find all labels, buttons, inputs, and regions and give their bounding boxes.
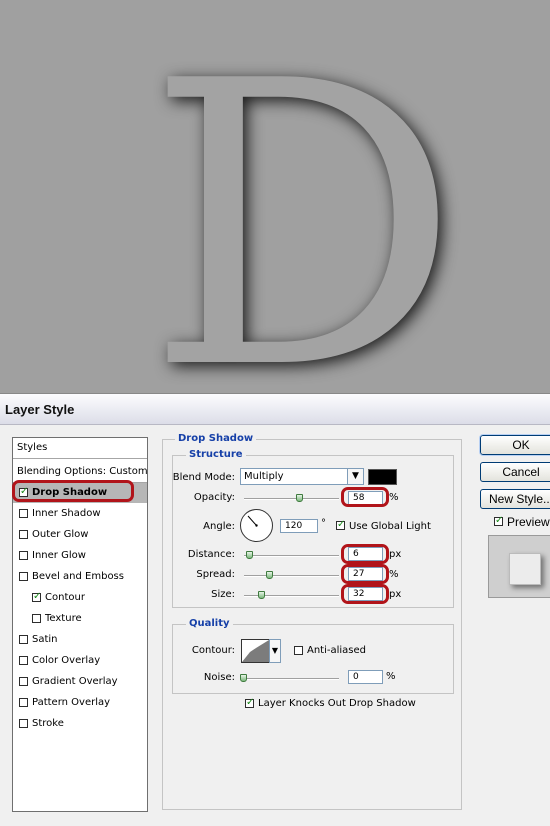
spread-label: Spread: [196,569,235,580]
styles-header[interactable]: Styles [13,438,147,459]
cancel-button[interactable]: Cancel [480,462,550,482]
size-unit: px [389,589,402,600]
style-item-outer-glow[interactable]: Outer Glow [13,525,147,545]
contour-label: Contour: [191,645,235,656]
pattern-overlay-checkbox[interactable] [19,698,28,707]
highlight-ring-distance [341,544,389,564]
canvas-letter: D [146,0,461,393]
dialog-titlebar: Layer Style [0,394,550,425]
inner-shadow-checkbox[interactable] [19,509,28,518]
style-item-label: Pattern Overlay [32,697,111,708]
use-global-light-checkbox[interactable] [336,519,345,531]
distance-unit: px [389,549,402,560]
angle-dial[interactable] [240,509,273,542]
distance-label: Distance: [187,549,235,560]
style-item-inner-shadow[interactable]: Inner Shadow [13,504,147,524]
size-label: Size: [211,589,235,600]
stroke-checkbox[interactable] [19,719,28,728]
style-item-label: Bevel and Emboss [32,571,124,582]
style-preview-thumbnail [488,535,550,598]
angle-unit: ° [321,518,326,529]
highlight-ring-drop-shadow [12,480,134,502]
use-global-light-label: Use Global Light [349,521,431,532]
spread-slider-track[interactable] [244,575,339,577]
satin-checkbox[interactable] [19,635,28,644]
styles-header-label: Styles [17,442,48,453]
contour-checkbox[interactable] [32,591,41,603]
preview-label: Preview [507,515,550,529]
noise-slider-thumb[interactable] [240,674,247,682]
noise-unit: % [386,671,396,682]
distance-slider-track[interactable] [244,555,339,557]
opacity-label: Opacity: [193,492,235,503]
style-item-satin[interactable]: Satin [13,630,147,650]
blend-mode-value: Multiply [244,471,284,482]
anti-aliased-checkbox[interactable] [294,646,303,655]
style-item-pattern-overlay[interactable]: Pattern Overlay [13,693,147,713]
preview-swatch [509,553,541,585]
distance-slider-thumb[interactable] [246,551,253,559]
preview-checkbox[interactable] [494,515,503,527]
gradient-overlay-checkbox[interactable] [19,677,28,686]
knockout-checkbox[interactable] [245,697,254,709]
ok-button[interactable]: OK [479,434,550,456]
style-item-inner-glow[interactable]: Inner Glow [13,546,147,566]
style-item-label: Satin [32,634,58,645]
angle-input[interactable]: 120 [280,519,318,533]
contour-picker[interactable] [241,639,270,663]
style-item-stroke[interactable]: Stroke [13,714,147,734]
blending-options-label: Blending Options: Custom [17,466,148,477]
quality-title: Quality [186,618,233,629]
contour-dropdown-arrow[interactable]: ▼ [269,639,281,663]
shadow-color-swatch[interactable] [368,469,397,485]
style-item-color-overlay[interactable]: Color Overlay [13,651,147,671]
outer-glow-checkbox[interactable] [19,530,28,539]
structure-title: Structure [186,449,246,460]
opacity-unit: % [389,492,399,503]
style-item-texture[interactable]: Texture [13,609,147,629]
new-style-button[interactable]: New Style... [480,489,550,509]
opacity-slider-track[interactable] [244,498,339,500]
angle-label: Angle: [203,521,235,532]
document-canvas: D [0,0,550,393]
noise-slider-track[interactable] [244,678,339,680]
style-item-label: Inner Glow [32,550,86,561]
noise-input[interactable]: 0 [348,670,383,684]
chevron-down-icon[interactable]: ▼ [347,469,363,484]
style-item-label: Stroke [32,718,64,729]
size-slider-thumb[interactable] [258,591,265,599]
spread-unit: % [389,569,399,580]
color-overlay-checkbox[interactable] [19,656,28,665]
blend-mode-label: Blend Mode: [172,472,235,483]
dialog-title: Layer Style [5,402,75,417]
style-item-label: Gradient Overlay [32,676,118,687]
angle-dial-needle-icon [247,515,258,527]
drop-shadow-title: Drop Shadow [175,433,257,444]
layer-style-dialog: Layer Style Styles Blending Options: Cus… [0,393,550,826]
texture-checkbox[interactable] [32,614,41,623]
style-item-label: Texture [45,613,82,624]
anti-aliased-label: Anti-aliased [307,645,367,656]
style-item-label: Inner Shadow [32,508,101,519]
opacity-slider-thumb[interactable] [296,494,303,502]
style-item-label: Outer Glow [32,529,89,540]
style-item-bevel-emboss[interactable]: Bevel and Emboss [13,567,147,587]
knockout-label: Layer Knocks Out Drop Shadow [258,698,416,709]
style-item-label: Contour [45,592,85,603]
highlight-ring-spread [341,564,389,584]
style-item-gradient-overlay[interactable]: Gradient Overlay [13,672,147,692]
blend-mode-select[interactable]: Multiply ▼ [240,468,364,485]
inner-glow-checkbox[interactable] [19,551,28,560]
style-item-contour[interactable]: Contour [13,588,147,608]
highlight-ring-opacity [341,487,389,507]
spread-slider-thumb[interactable] [266,571,273,579]
noise-label: Noise: [203,672,235,683]
highlight-ring-size [341,584,389,604]
quality-group [172,624,454,694]
style-item-label: Color Overlay [32,655,101,666]
bevel-emboss-checkbox[interactable] [19,572,28,581]
contour-curve-icon [242,640,269,662]
